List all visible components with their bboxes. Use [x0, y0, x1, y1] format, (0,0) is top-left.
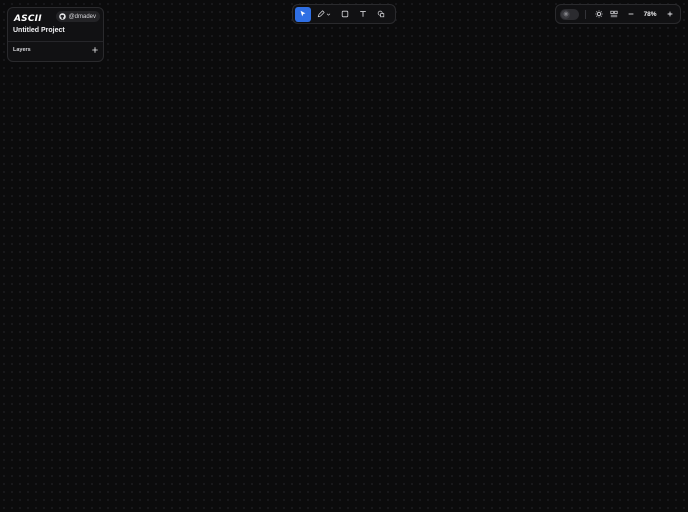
minus-icon [628, 13, 633, 15]
theme-toggle[interactable] [560, 8, 579, 20]
zoom-in-button[interactable] [662, 7, 677, 22]
rectangle-icon [341, 10, 349, 18]
grid-toggle-button[interactable] [606, 7, 621, 22]
brightness-icon [595, 10, 603, 18]
view-controls: 78% [555, 4, 681, 24]
sun-icon [562, 11, 569, 17]
github-icon [58, 13, 66, 20]
chevron-down-icon[interactable] [326, 12, 331, 17]
plus-icon [91, 46, 98, 53]
text-icon [360, 11, 366, 17]
zoom-out-button[interactable] [623, 7, 638, 22]
brightness-button[interactable] [591, 7, 606, 22]
theme-toggle-knob [561, 9, 570, 19]
zoom-level[interactable]: 78% [638, 11, 662, 18]
pen-tool-button[interactable] [313, 7, 335, 22]
cursor-icon [300, 10, 306, 17]
pen-icon [317, 10, 325, 18]
shapes-icon [377, 10, 385, 18]
layers-label: Layers [13, 47, 31, 53]
plus-icon [667, 11, 672, 17]
tool-toolbar [292, 4, 396, 24]
project-panel: ASCII @dmadev Untitled Project Layers [7, 7, 104, 62]
shapes-tool-button[interactable] [373, 7, 389, 22]
add-layer-button[interactable] [90, 45, 99, 54]
text-tool-button[interactable] [355, 7, 371, 22]
grid-icon [610, 10, 618, 18]
project-title[interactable]: Untitled Project [13, 27, 65, 34]
app-logo: ASCII [14, 14, 42, 24]
github-handle: @dmadev [68, 13, 96, 20]
separator [584, 9, 586, 19]
divider [8, 41, 103, 42]
github-link[interactable]: @dmadev [55, 11, 100, 22]
rectangle-tool-button[interactable] [337, 7, 353, 22]
select-tool-button[interactable] [295, 6, 311, 22]
